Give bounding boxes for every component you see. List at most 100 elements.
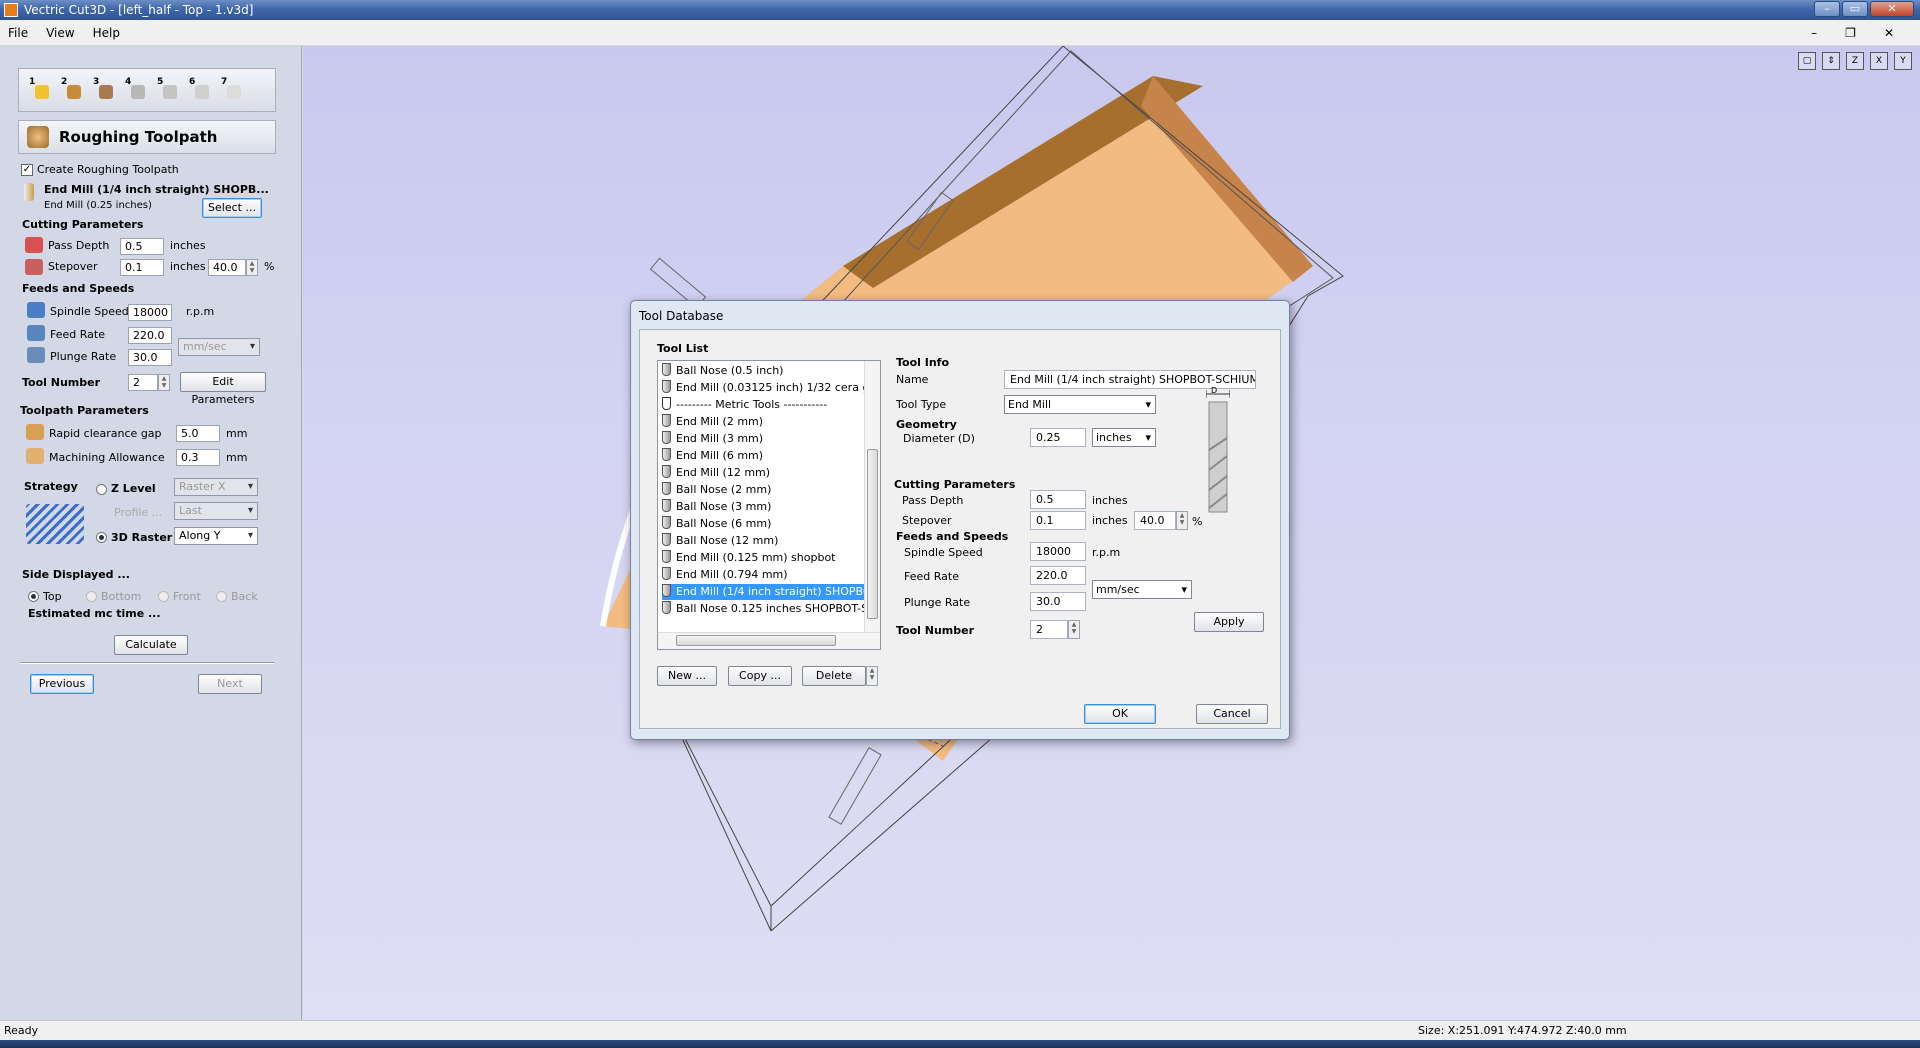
- menu-file[interactable]: File: [8, 26, 28, 40]
- tool-database-dialog: Tool Database Tool List Ball Nose (0.5 i…: [630, 300, 1290, 740]
- tool-desc: End Mill (0.25 inches): [44, 200, 152, 211]
- ok-button[interactable]: OK: [1084, 704, 1156, 724]
- select-tool-button[interactable]: Select ...: [202, 198, 262, 218]
- list-item[interactable]: End Mill (3 mm): [662, 431, 866, 447]
- menu-view[interactable]: View: [46, 26, 74, 40]
- list-item[interactable]: End Mill (2 mm): [662, 414, 866, 430]
- side-back-radio[interactable]: [216, 591, 227, 602]
- maximize-button[interactable]: ▭: [1842, 1, 1868, 17]
- dialog-spindle-input[interactable]: 18000: [1030, 542, 1086, 561]
- delete-tool-button[interactable]: Delete: [802, 666, 866, 686]
- step-6-icon[interactable]: 6: [187, 77, 213, 103]
- list-item[interactable]: Ball Nose (0.5 inch): [662, 363, 866, 379]
- new-tool-button[interactable]: New ...: [657, 666, 717, 686]
- machining-allowance-input[interactable]: 0.3: [176, 449, 220, 466]
- step-2-icon[interactable]: 2: [59, 77, 85, 103]
- list-item[interactable]: Ball Nose (3 mm): [662, 499, 866, 515]
- side-top-radio[interactable]: [28, 591, 39, 602]
- list-item[interactable]: End Mill (0.125 mm) shopbot: [662, 550, 866, 566]
- tool-type-label: Tool Type: [896, 398, 947, 411]
- toolpath-parameters-heading: Toolpath Parameters: [20, 404, 149, 417]
- stepover-icon: [25, 259, 43, 275]
- tool-number-spinner[interactable]: ▲ ▼: [158, 374, 170, 391]
- taskbar: [0, 1040, 1920, 1048]
- tool-list[interactable]: Ball Nose (0.5 inch) End Mill (0.03125 i…: [657, 360, 881, 650]
- close-button[interactable]: ✕: [1870, 1, 1914, 17]
- pass-depth-input[interactable]: 0.5: [120, 238, 164, 255]
- create-roughing-checkbox[interactable]: ✓: [21, 164, 33, 176]
- diameter-input[interactable]: 0.25: [1030, 428, 1086, 447]
- diameter-unit-select[interactable]: inches: [1092, 428, 1156, 447]
- dialog-tool-number-input[interactable]: 2: [1030, 620, 1068, 639]
- side-displayed-label: Side Displayed ...: [22, 568, 130, 581]
- minimize-button[interactable]: –: [1814, 1, 1840, 17]
- create-roughing-label: Create Roughing Toolpath: [37, 163, 179, 176]
- stepover-input[interactable]: 0.1: [120, 259, 164, 276]
- mdi-close-button[interactable]: ✕: [1884, 26, 1894, 40]
- plunge-rate-input[interactable]: 30.0: [128, 349, 172, 366]
- copy-tool-button[interactable]: Copy ...: [728, 666, 792, 686]
- dialog-percent-label: %: [1192, 515, 1203, 528]
- spindle-speed-input[interactable]: 18000: [128, 304, 172, 321]
- list-item[interactable]: End Mill (6 mm): [662, 448, 866, 464]
- feed-rate-input[interactable]: 220.0: [128, 327, 172, 344]
- tool-type-select[interactable]: End Mill: [1004, 395, 1156, 414]
- view-z-icon[interactable]: Z: [1846, 52, 1864, 70]
- menu-help[interactable]: Help: [93, 26, 120, 40]
- apply-button[interactable]: Apply: [1194, 612, 1264, 632]
- tool-list-hscrollbar[interactable]: [658, 632, 880, 649]
- dialog-rate-unit-select[interactable]: mm/sec: [1092, 580, 1192, 599]
- list-item[interactable]: Ball Nose (12 mm): [662, 533, 866, 549]
- dialog-pass-depth-input[interactable]: 0.5: [1030, 490, 1086, 509]
- raster-strategy-icon: [26, 504, 84, 544]
- list-item[interactable]: End Mill (12 mm): [662, 465, 866, 481]
- list-order-spinner[interactable]: ▲ ▼: [866, 666, 878, 686]
- list-item[interactable]: End Mill (0.794 mm): [662, 567, 866, 583]
- list-item[interactable]: End Mill (0.03125 inch) 1/32 cera guerci: [662, 380, 866, 396]
- view-x-icon[interactable]: X: [1870, 52, 1888, 70]
- 3d-raster-radio[interactable]: [96, 532, 107, 543]
- iso-view-icon[interactable]: ⇕: [1822, 52, 1840, 70]
- feed-rate-label: Feed Rate: [50, 328, 105, 341]
- rapid-clearance-input[interactable]: 5.0: [176, 425, 220, 442]
- side-front-radio[interactable]: [158, 591, 169, 602]
- dialog-tool-number-spinner[interactable]: ▲ ▼: [1068, 620, 1080, 639]
- side-bottom-radio[interactable]: [86, 591, 97, 602]
- cancel-button[interactable]: Cancel: [1196, 704, 1268, 724]
- dialog-stepover-input[interactable]: 0.1: [1030, 511, 1086, 530]
- list-item[interactable]: Ball Nose (2 mm): [662, 482, 866, 498]
- list-item[interactable]: Ball Nose (6 mm): [662, 516, 866, 532]
- dialog-feed-input[interactable]: 220.0: [1030, 566, 1086, 585]
- dialog-plunge-input[interactable]: 30.0: [1030, 592, 1086, 611]
- step-3-icon[interactable]: 3: [91, 77, 117, 103]
- panel-separator: [20, 662, 274, 664]
- calculate-button[interactable]: Calculate: [114, 635, 188, 655]
- zoom-extents-icon[interactable]: ▢: [1798, 52, 1816, 70]
- raster-direction-select[interactable]: Along Y: [174, 527, 258, 545]
- 3d-raster-label: 3D Raster: [111, 531, 173, 544]
- tool-number-input[interactable]: 2: [128, 374, 158, 391]
- dialog-stepover-percent-input[interactable]: 40.0: [1134, 511, 1176, 530]
- list-item[interactable]: --------- Metric Tools -----------: [662, 397, 866, 413]
- list-item-selected[interactable]: End Mill (1/4 inch straight) SHOPBOT-SC: [662, 584, 866, 600]
- view-y-icon[interactable]: Y: [1894, 52, 1912, 70]
- mdi-minimize-button[interactable]: –: [1811, 26, 1817, 40]
- stepover-percent-spinner[interactable]: ▲ ▼: [246, 259, 258, 276]
- previous-button[interactable]: Previous: [30, 674, 94, 694]
- step-1-icon[interactable]: 1: [27, 77, 53, 103]
- list-item[interactable]: Ball Nose 0.125 inches SHOPBOT-SCHI...: [662, 601, 866, 617]
- stepover-percent-input[interactable]: 40.0: [208, 259, 246, 276]
- z-level-radio[interactable]: [96, 484, 107, 495]
- feed-rate-icon: [27, 325, 45, 341]
- dialog-stepover-spinner[interactable]: ▲ ▼: [1176, 511, 1188, 530]
- step-5-icon[interactable]: 5: [155, 77, 181, 103]
- tool-list-vscrollbar[interactable]: [864, 361, 880, 633]
- dialog-feeds-speeds-heading: Feeds and Speeds: [896, 530, 1009, 543]
- edit-parameters-button[interactable]: Edit Parameters: [180, 372, 266, 406]
- step-7-icon[interactable]: 7: [219, 77, 245, 103]
- step-4-icon[interactable]: 4: [123, 77, 149, 103]
- tool-name-input[interactable]: End Mill (1/4 inch straight) SHOPBOT-SCH…: [1004, 370, 1256, 389]
- plunge-rate-label: Plunge Rate: [50, 350, 117, 363]
- next-button[interactable]: Next: [198, 674, 262, 694]
- mdi-restore-button[interactable]: ❐: [1845, 26, 1856, 40]
